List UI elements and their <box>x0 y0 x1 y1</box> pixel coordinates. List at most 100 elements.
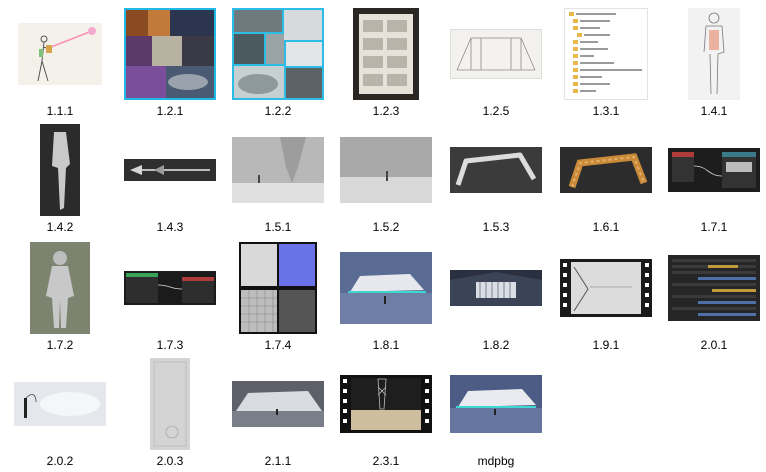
file-name: 1.7.2 <box>46 338 74 352</box>
file-item-1-6-1[interactable]: 1.6.1 <box>556 120 656 238</box>
character-model-thumbnail <box>30 242 90 334</box>
file-name: 2.3.1 <box>372 454 400 468</box>
file-item-1-4-1[interactable]: 1.4.1 <box>664 4 764 122</box>
thumbnail <box>14 242 106 334</box>
folder-tree-thumbnail <box>564 8 648 100</box>
file-name: 1.4.2 <box>46 220 74 234</box>
file-name: 1.2.1 <box>156 104 184 118</box>
3d-scene-thumbnail <box>232 137 324 203</box>
file-name: mdpbg <box>477 454 515 468</box>
thumbnail <box>560 124 652 216</box>
viewport-thumbnail <box>150 358 190 450</box>
thumbnail <box>124 242 216 334</box>
file-item-1-5-2[interactable]: 1.5.2 <box>336 120 436 238</box>
thumbnail <box>340 124 432 216</box>
3d-scene-thumbnail <box>340 137 432 203</box>
file-name: 1.2.5 <box>482 104 510 118</box>
thumbnail <box>14 8 106 100</box>
thumbnail <box>668 124 760 216</box>
thumbnail <box>450 124 542 216</box>
file-name: 1.7.3 <box>156 338 184 352</box>
file-name: 1.1.1 <box>46 104 74 118</box>
file-name: 1.9.1 <box>592 338 620 352</box>
render-thumbnail <box>450 375 542 433</box>
body-sketch-thumbnail <box>688 8 740 100</box>
file-item-1-5-3[interactable]: 1.5.3 <box>446 120 546 238</box>
render-thumbnail <box>14 382 106 426</box>
thumbnail <box>14 358 106 450</box>
moodboard-thumbnail <box>232 8 324 100</box>
storyboard-photo-thumbnail <box>353 8 419 100</box>
render-thumbnail <box>232 381 324 427</box>
thumbnail <box>232 358 324 450</box>
file-item-1-4-3[interactable]: 1.4.3 <box>120 120 220 238</box>
thumbnail <box>340 242 432 334</box>
file-item-1-1-1[interactable]: 1.1.1 <box>10 4 110 122</box>
3d-arch-thumbnail <box>450 147 542 193</box>
thumbnail <box>668 8 760 100</box>
concept-sketch-thumbnail <box>18 23 102 85</box>
thumbnail <box>232 124 324 216</box>
file-name: 1.8.1 <box>372 338 400 352</box>
file-item-1-5-1[interactable]: 1.5.1 <box>228 120 328 238</box>
thumbnail <box>560 8 652 100</box>
thumbnail <box>560 242 652 334</box>
thumbnail <box>450 8 542 100</box>
arrow-model-thumbnail <box>124 159 216 181</box>
thumbnail <box>124 124 216 216</box>
file-item-1-8-1[interactable]: 1.8.1 <box>336 238 436 356</box>
file-item-1-4-2[interactable]: 1.4.2 <box>10 120 110 238</box>
render-thumbnail <box>340 252 432 324</box>
file-name: 1.5.2 <box>372 220 400 234</box>
thumbnail <box>232 8 324 100</box>
node-editor-thumbnail <box>124 271 216 305</box>
file-item-1-2-5[interactable]: 1.2.5 <box>446 4 546 122</box>
file-name: 1.4.1 <box>700 104 728 118</box>
thumbnail <box>124 8 216 100</box>
video-thumbnail <box>340 375 432 433</box>
file-name: 1.7.1 <box>700 220 728 234</box>
file-item-2-1-1[interactable]: 2.1.1 <box>228 354 328 472</box>
sketch-thumbnail <box>450 29 542 79</box>
settings-panel-thumbnail <box>668 255 760 321</box>
file-name: 2.0.2 <box>46 454 74 468</box>
file-item-2-0-1[interactable]: 2.0.1 <box>664 238 764 356</box>
file-item-1-2-1[interactable]: 1.2.1 <box>120 4 220 122</box>
thumbnail <box>232 242 324 334</box>
file-item-1-2-3[interactable]: 1.2.3 <box>336 4 436 122</box>
3d-arch-wood-thumbnail <box>560 147 652 193</box>
file-item-mdpbg[interactable]: mdpbg <box>446 354 546 472</box>
render-thumbnail <box>450 270 542 306</box>
thumbnail <box>124 358 216 450</box>
file-item-1-7-1[interactable]: 1.7.1 <box>664 120 764 238</box>
file-name: 1.3.1 <box>592 104 620 118</box>
file-name: 2.0.1 <box>700 338 728 352</box>
file-item-1-3-1[interactable]: 1.3.1 <box>556 4 656 122</box>
file-name: 2.0.3 <box>156 454 184 468</box>
node-editor-thumbnail <box>668 148 760 192</box>
file-item-2-0-3[interactable]: 2.0.3 <box>120 354 220 472</box>
file-grid: 1.1.1 1.2.1 1.2.2 1.2.3 1.2.5 1.3.1 1.4.… <box>0 0 766 472</box>
file-name: 1.5.1 <box>264 220 292 234</box>
file-item-1-2-2[interactable]: 1.2.2 <box>228 4 328 122</box>
thumbnail <box>14 124 106 216</box>
thumbnail <box>668 242 760 334</box>
thumbnail <box>340 8 432 100</box>
file-name: 1.2.3 <box>372 104 400 118</box>
file-name: 1.5.3 <box>482 220 510 234</box>
file-item-1-9-1[interactable]: 1.9.1 <box>556 238 656 356</box>
file-name: 1.6.1 <box>592 220 620 234</box>
video-thumbnail <box>560 259 652 317</box>
file-item-2-0-2[interactable]: 2.0.2 <box>10 354 110 472</box>
file-item-1-7-2[interactable]: 1.7.2 <box>10 238 110 356</box>
file-name: 1.8.2 <box>482 338 510 352</box>
file-item-1-7-3[interactable]: 1.7.3 <box>120 238 220 356</box>
moodboard-thumbnail <box>124 8 216 100</box>
texture-maps-thumbnail <box>239 242 317 334</box>
file-item-1-8-2[interactable]: 1.8.2 <box>446 238 546 356</box>
file-name: 1.2.2 <box>264 104 292 118</box>
file-name: 1.4.3 <box>156 220 184 234</box>
file-item-1-7-4[interactable]: 1.7.4 <box>228 238 328 356</box>
file-item-2-3-1[interactable]: 2.3.1 <box>336 354 436 472</box>
thumbnail <box>450 358 542 450</box>
